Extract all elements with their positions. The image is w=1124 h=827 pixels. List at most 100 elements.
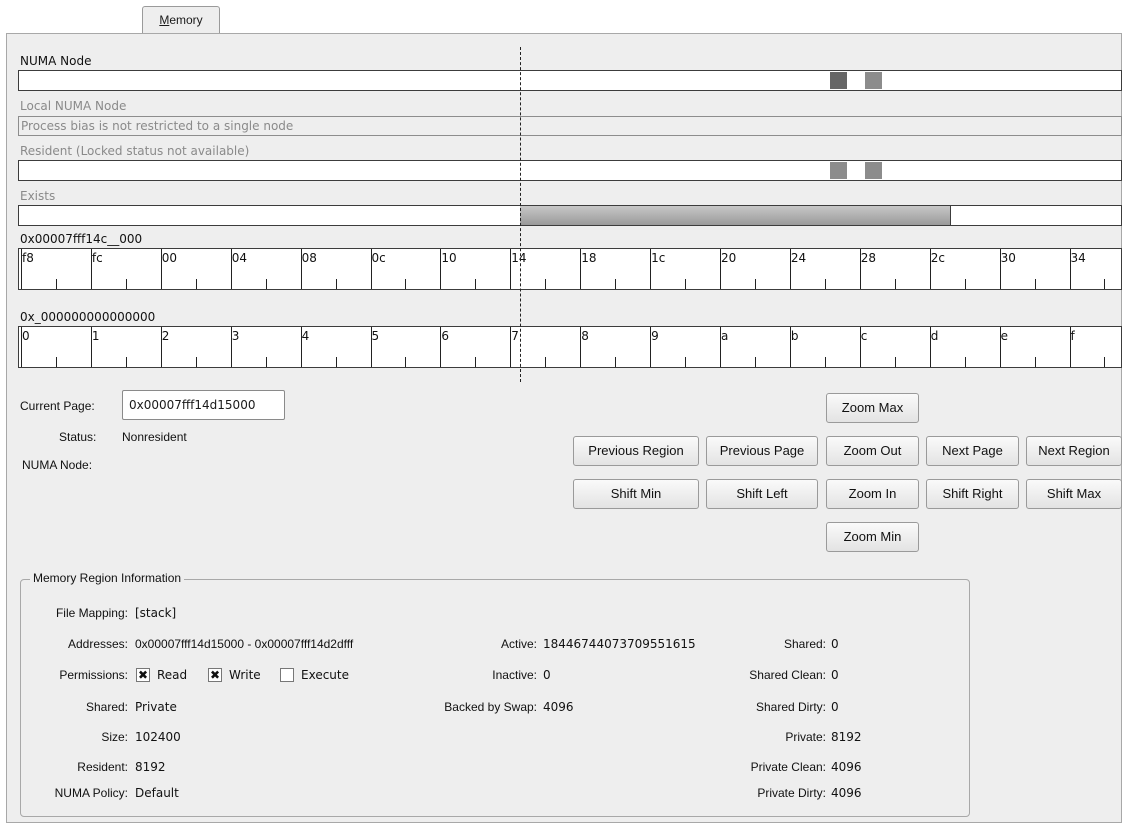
ruler-tick-label: 10 [441, 251, 457, 265]
shift-left-button[interactable]: Shift Left [706, 479, 818, 509]
address-ruler-prefix: 0x00007fff14c__000 [20, 232, 143, 246]
active-value: 18446744073709551615 [543, 637, 696, 651]
private-value: 8192 [831, 730, 862, 744]
ruler-minor-tick [475, 357, 477, 367]
current-page-input[interactable]: 0x00007fff14d15000 [122, 390, 285, 420]
ruler-minor-tick [964, 279, 966, 289]
ruler-tick-label: fc [91, 251, 103, 265]
ruler-tick-label: 2 [161, 329, 170, 343]
size-value: 102400 [135, 730, 181, 744]
shared-label: Shared: [85, 700, 128, 714]
status-value: Nonresident [122, 430, 187, 444]
local-numa-node-label: Local NUMA Node [20, 99, 127, 113]
exists-bar[interactable] [18, 205, 1122, 226]
ruler-minor-tick [265, 357, 267, 367]
ruler-minor-tick [824, 279, 826, 289]
ruler-tick-label: 08 [301, 251, 317, 265]
numa-node-segment-light [865, 72, 882, 89]
ruler-tick-label: 1c [651, 251, 666, 265]
ruler-minor-tick [125, 357, 127, 367]
zoom-out-button[interactable]: Zoom Out [826, 436, 919, 466]
ruler-minor-tick [545, 357, 547, 367]
next-page-button[interactable]: Next Page [926, 436, 1019, 466]
next-region-button[interactable]: Next Region [1026, 436, 1122, 466]
shift-max-button[interactable]: Shift Max [1026, 479, 1122, 509]
ruler-tick-label: 04 [231, 251, 247, 265]
shared-dirty-label: Shared Dirty: [755, 700, 826, 714]
ruler-minor-tick [195, 357, 197, 367]
ruler-minor-tick [964, 357, 966, 367]
ruler-tick-label: 4 [301, 329, 310, 343]
offset-ruler[interactable]: 0 1 2 3 4 5 6 7 8 9 a b c d e f [18, 326, 1122, 368]
ruler-tick-label: b [790, 329, 799, 343]
current-page-label: Current Page: [20, 399, 95, 413]
ruler-tick-label: 24 [790, 251, 807, 265]
ruler-tick-label: 8 [581, 329, 589, 343]
zoom-min-button[interactable]: Zoom Min [826, 522, 919, 552]
ruler-tick-label: e [1000, 329, 1008, 343]
ruler-tick-label: 14 [511, 251, 527, 265]
ruler-minor-tick [615, 357, 617, 367]
ruler-minor-tick [754, 357, 756, 367]
ruler-tick-label: 34 [1070, 251, 1086, 265]
numa-node-bar[interactable] [18, 70, 1122, 91]
ruler-minor-tick [475, 279, 477, 289]
ruler-tick-label: 18 [581, 251, 597, 265]
execute-checkbox-label[interactable]: Execute [301, 668, 349, 682]
private-dirty-label: Private Dirty: [757, 786, 826, 800]
zoom-in-button[interactable]: Zoom In [826, 479, 919, 509]
ruler-minor-tick [685, 279, 687, 289]
ruler-minor-tick [1034, 357, 1036, 367]
ruler-tick-label: d [930, 329, 939, 343]
active-label: Active: [500, 637, 537, 651]
write-checkbox[interactable]: ✖ [208, 668, 222, 682]
shift-min-button[interactable]: Shift Min [573, 479, 699, 509]
write-checkbox-label[interactable]: Write [229, 668, 261, 682]
inactive-value: 0 [543, 668, 551, 682]
numa-node-bar-label: NUMA Node [20, 54, 92, 68]
ruler-minor-tick [754, 279, 756, 289]
memory-region-info-title: Memory Region Information [30, 571, 185, 585]
tab-memory[interactable]: Memory [142, 6, 220, 34]
tab-memory-mnemonic: M [159, 13, 170, 27]
resident-bar-label: Resident (Locked status not available) [20, 144, 250, 158]
ruler-tick-label: 9 [651, 329, 659, 343]
read-checkbox-label[interactable]: Read [157, 668, 187, 682]
ruler-minor-tick [615, 279, 617, 289]
address-ruler[interactable]: f8 fc 00 04 08 0c 10 14 18 1c 20 24 28 2c 30 34 [18, 248, 1122, 290]
previous-page-button[interactable]: Previous Page [706, 436, 818, 466]
previous-region-button[interactable]: Previous Region [573, 436, 699, 466]
file-mapping-value: [stack] [135, 606, 177, 620]
numa-policy-value: Default [135, 786, 179, 800]
shared-count-value: 0 [831, 637, 839, 651]
permissions-label: Permissions: [59, 668, 128, 682]
ruler-minor-tick [405, 279, 407, 289]
resident-bar[interactable] [18, 160, 1122, 181]
size-label: Size: [101, 730, 128, 744]
ruler-minor-tick [894, 357, 896, 367]
private-label: Private: [785, 730, 826, 744]
shift-right-button[interactable]: Shift Right [926, 479, 1019, 509]
backed-by-swap-label: Backed by Swap: [444, 700, 537, 714]
numa-node-info-label: NUMA Node: [22, 458, 93, 472]
exists-region-fill [520, 206, 951, 225]
execute-checkbox[interactable] [280, 668, 294, 682]
offset-ruler-prefix: 0x_000000000000000 [20, 310, 156, 324]
local-numa-node-bar: Process bias is not restricted to a sing… [18, 116, 1122, 136]
ruler-minor-tick [1034, 279, 1036, 289]
ruler-minor-tick [1104, 357, 1106, 367]
ruler-tick-label: 00 [161, 251, 178, 265]
ruler-tick-label: 5 [371, 329, 380, 343]
ruler-tick-label: 7 [511, 329, 519, 343]
ruler-tick-label: 20 [721, 251, 737, 265]
ruler-tick-label: 30 [1000, 251, 1016, 265]
ruler-minor-tick [1104, 279, 1106, 289]
zoom-max-button[interactable]: Zoom Max [826, 393, 919, 423]
ruler-tick-label: f8 [22, 251, 34, 265]
read-checkbox[interactable]: ✖ [136, 668, 150, 682]
tab-memory-label: emory [169, 13, 203, 27]
numa-policy-label: NUMA Policy: [54, 786, 128, 800]
private-clean-value: 4096 [831, 760, 862, 774]
ruler-minor-tick [125, 279, 127, 289]
ruler-tick-label: 3 [231, 329, 240, 343]
